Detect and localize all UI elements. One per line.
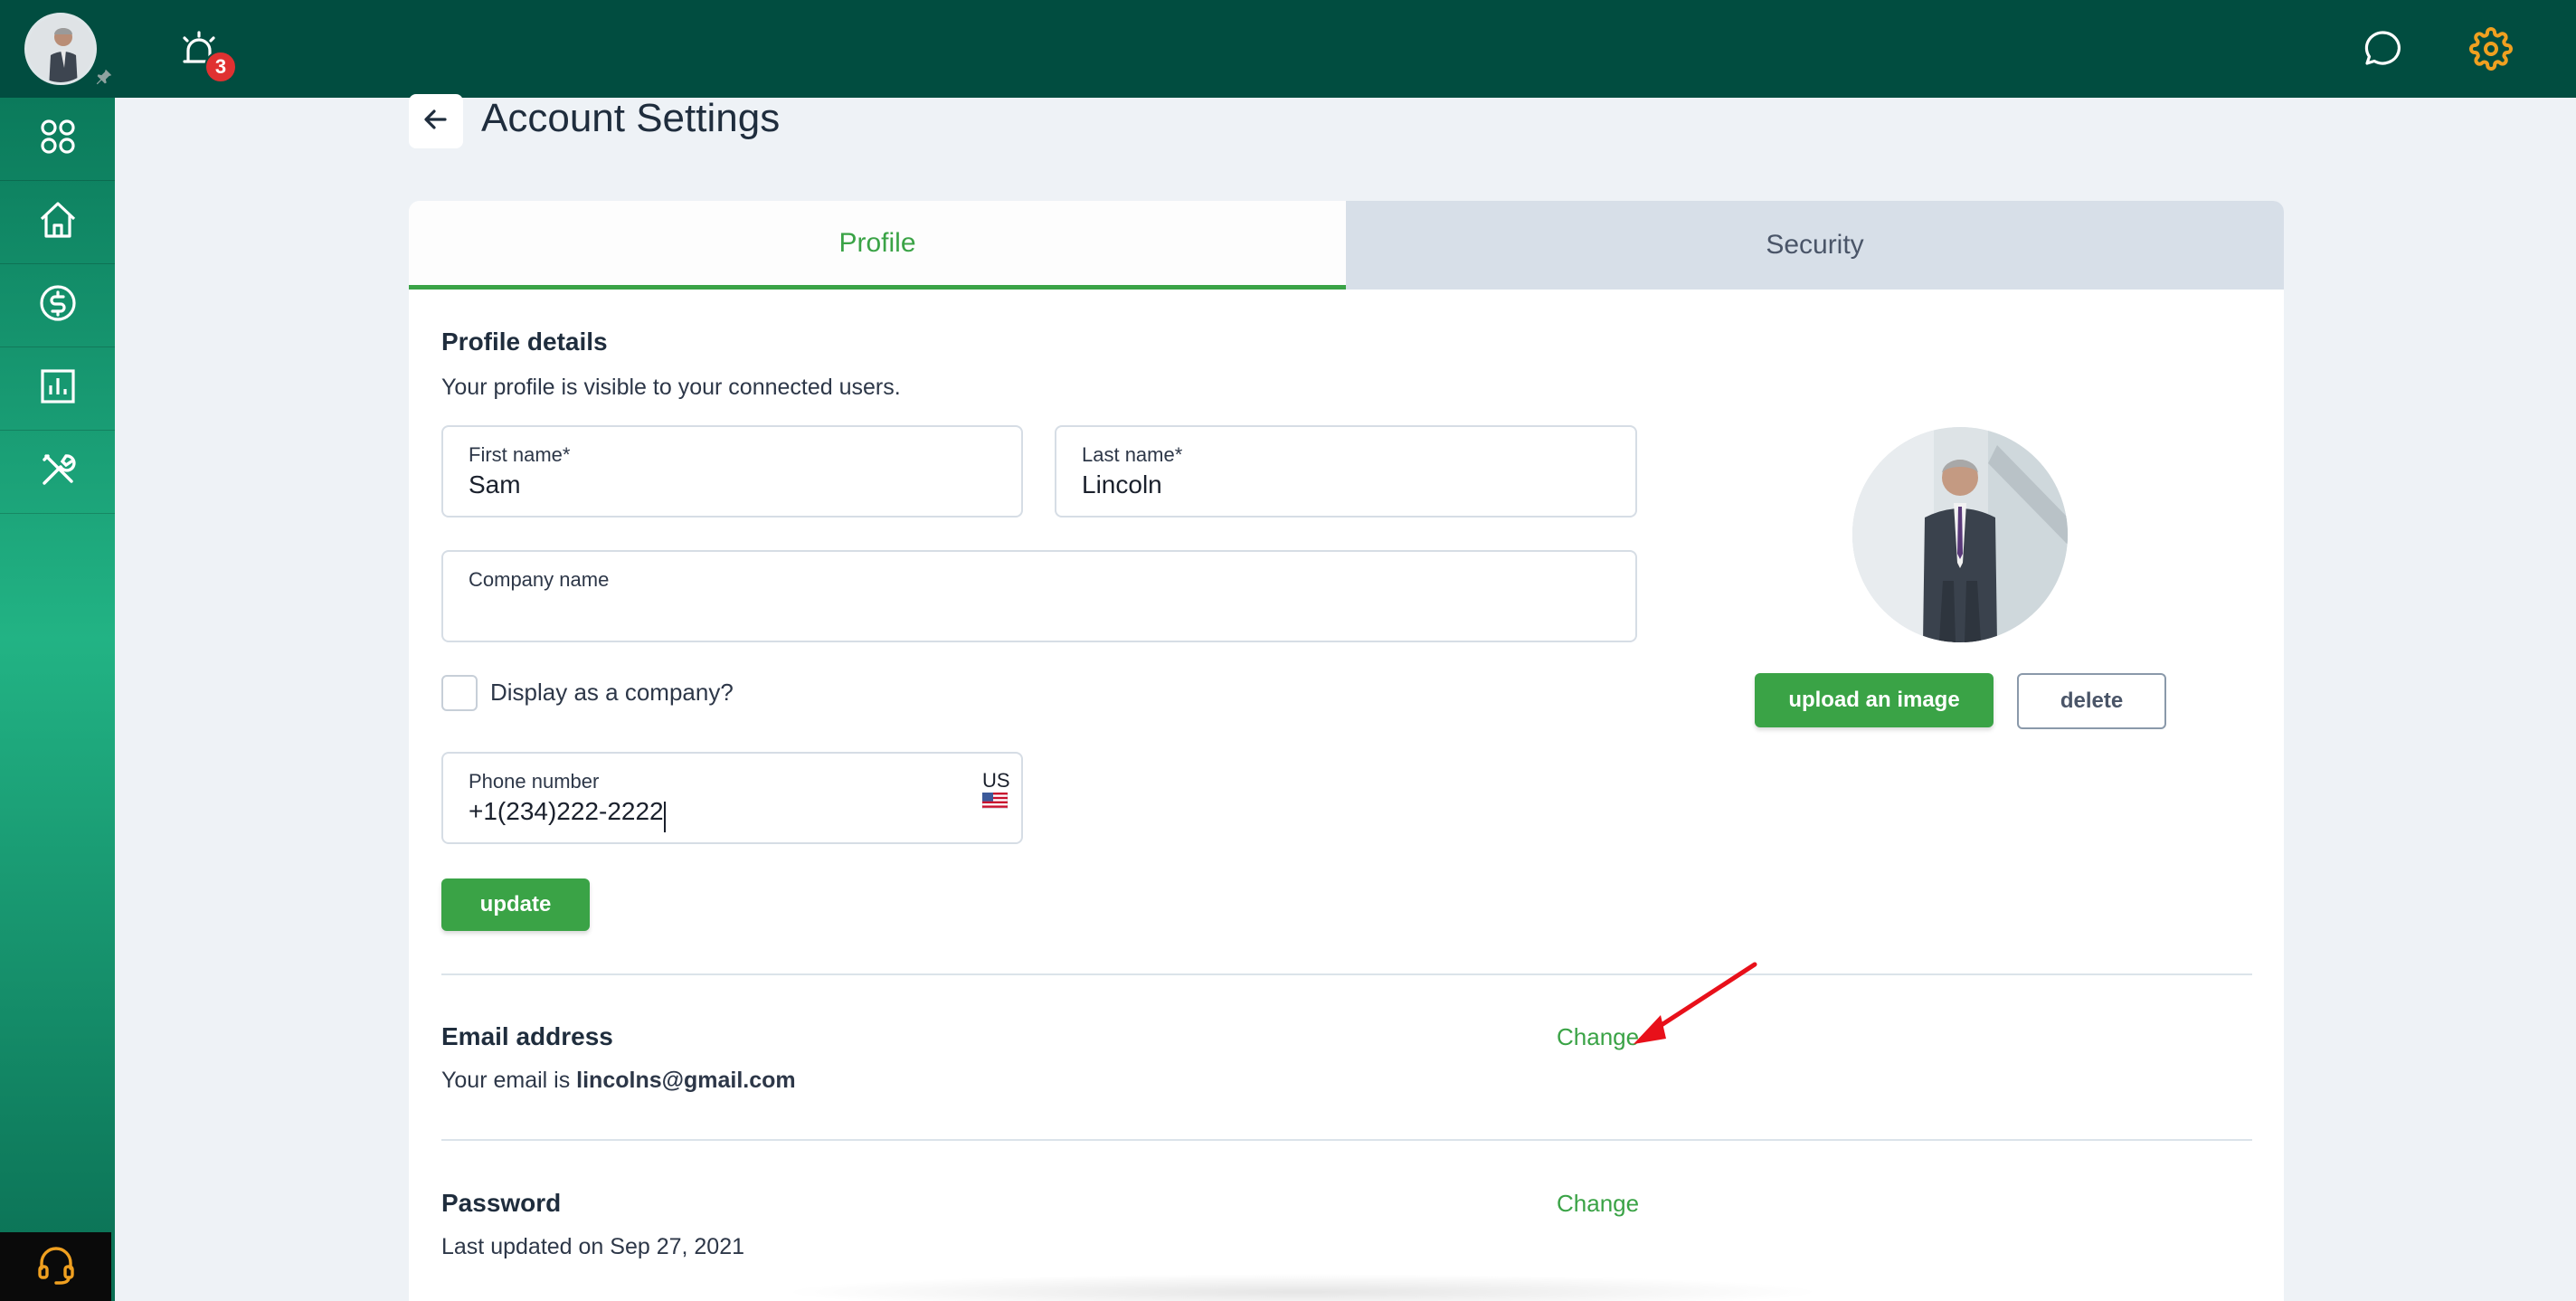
sidebar xyxy=(0,98,115,1301)
first-name-label: First name* xyxy=(469,443,571,466)
update-button[interactable]: update xyxy=(441,878,590,931)
phone-number-label: Phone number xyxy=(469,770,600,793)
top-bar xyxy=(0,0,2576,98)
user-avatar[interactable] xyxy=(24,13,97,85)
pin-icon xyxy=(94,67,114,91)
section-divider xyxy=(441,1139,2252,1141)
last-name-value: Lincoln xyxy=(1082,470,1162,499)
scroll-shadow xyxy=(778,1274,1827,1301)
last-name-field[interactable]: Last name* Lincoln xyxy=(1055,425,1637,518)
country-code[interactable]: US xyxy=(982,769,1010,793)
apps-grid-icon xyxy=(38,117,78,161)
company-name-field[interactable]: Company name xyxy=(441,550,1637,642)
settings-card: Profile Security xyxy=(409,201,2284,1301)
password-heading: Password xyxy=(441,1189,562,1217)
profile-details-heading: Profile details xyxy=(441,328,608,356)
first-name-field[interactable]: First name* Sam xyxy=(441,425,1023,518)
email-address: lincolns@gmail.com xyxy=(576,1068,796,1093)
profile-visibility-text: Your profile is visible to your connecte… xyxy=(441,375,901,400)
profile-photo xyxy=(1852,427,2068,642)
text-cursor xyxy=(664,802,666,832)
sidebar-item-finance[interactable] xyxy=(0,264,115,347)
last-name-label: Last name* xyxy=(1082,443,1183,466)
tab-profile[interactable]: Profile xyxy=(409,201,1346,290)
gear-icon[interactable] xyxy=(2469,27,2513,75)
sidebar-item-home[interactable] xyxy=(0,181,115,264)
chat-icon[interactable] xyxy=(2363,29,2402,73)
dollar-icon xyxy=(38,283,78,328)
first-name-value: Sam xyxy=(469,470,521,499)
us-flag-icon[interactable] xyxy=(981,792,1009,810)
back-button[interactable] xyxy=(409,94,463,148)
password-updated-text: Last updated on Sep 27, 2021 xyxy=(441,1234,745,1259)
company-name-label: Company name xyxy=(469,568,610,591)
annotation-arrow xyxy=(1619,959,1764,1054)
headset-icon xyxy=(34,1243,78,1291)
display-as-company-checkbox[interactable] xyxy=(441,675,478,711)
tools-icon xyxy=(39,451,77,493)
support-button[interactable] xyxy=(0,1232,111,1301)
change-password-link[interactable]: Change xyxy=(1557,1190,1639,1218)
phone-number-field[interactable]: Phone number +1(234)222-2222 xyxy=(441,752,1023,844)
notification-badge: 3 xyxy=(204,51,237,83)
delete-image-button[interactable]: delete xyxy=(2017,673,2166,729)
email-prefix: Your email is xyxy=(441,1068,577,1093)
upload-image-button[interactable]: upload an image xyxy=(1755,673,1994,727)
sidebar-item-apps[interactable] xyxy=(0,98,115,181)
display-as-company-label: Display as a company? xyxy=(490,679,734,706)
sidebar-item-tools[interactable] xyxy=(0,431,115,514)
tab-security[interactable]: Security xyxy=(1346,201,2284,290)
email-heading: Email address xyxy=(441,1022,613,1050)
phone-number-value: +1(234)222-2222 xyxy=(469,797,664,825)
sidebar-item-reports[interactable] xyxy=(0,347,115,431)
home-icon xyxy=(37,199,79,245)
arrow-left-icon xyxy=(421,105,450,138)
bar-chart-icon xyxy=(39,367,77,410)
section-divider xyxy=(441,973,2252,975)
page-title: Account Settings xyxy=(481,96,781,140)
email-text: Your email is lincolns@gmail.com xyxy=(441,1068,796,1094)
